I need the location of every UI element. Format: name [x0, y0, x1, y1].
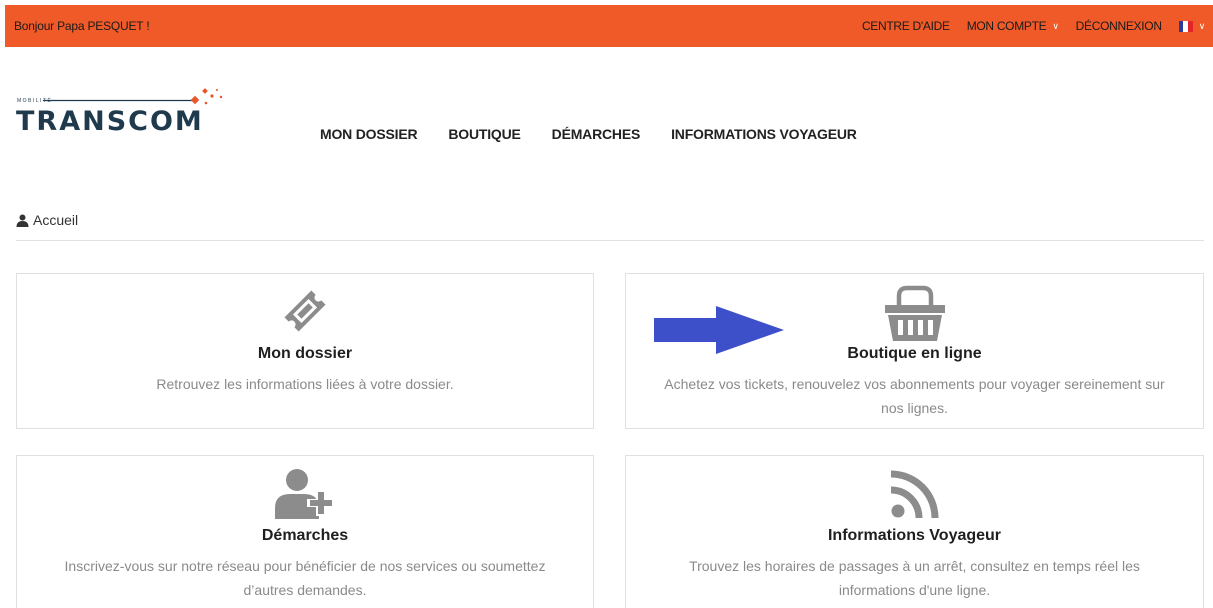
arrow-pointer-icon	[654, 306, 784, 354]
chevron-down-icon: ∨	[1052, 20, 1059, 31]
breadcrumb: Accueil	[16, 212, 78, 228]
nav-item-informations-voyageur[interactable]: INFORMATIONS VOYAGEUR	[671, 126, 857, 142]
transcom-logo[interactable]: MOBILITÉ TRANSCOM	[16, 86, 226, 146]
french-flag-icon	[1178, 20, 1193, 32]
top-bar-links: CENTRE D'AIDE MON COMPTE ∨ DÉCONNEXION ∨	[845, 19, 1205, 33]
chevron-down-icon: ∨	[1198, 20, 1206, 31]
card-demarches[interactable]: Démarches Inscrivez-vous sur notre résea…	[16, 455, 594, 608]
card-description: Achetez vos tickets, renouvelez vos abon…	[664, 376, 1165, 416]
card-title: Mon dossier	[257, 345, 353, 362]
card-mon-dossier[interactable]: Mon dossier Retrouvez les informations l…	[16, 273, 594, 429]
nav-item-demarches[interactable]: DÉMARCHES	[552, 126, 641, 142]
top-bar: Bonjour Papa PESQUET ! CENTRE D'AIDE MON…	[5, 5, 1213, 47]
user-icon	[16, 214, 29, 227]
help-center-link[interactable]: CENTRE D'AIDE	[862, 19, 950, 33]
ticket-icon	[284, 290, 326, 332]
card-title: Démarches	[261, 527, 349, 544]
card-description: Inscrivez-vous sur notre réseau pour bén…	[64, 558, 546, 598]
basket-icon	[884, 285, 945, 341]
card-informations-voyageur[interactable]: Informations Voyageur Trouvez les horair…	[625, 455, 1204, 608]
nav-item-boutique[interactable]: BOUTIQUE	[448, 126, 520, 142]
main-nav: MON DOSSIER BOUTIQUE DÉMARCHES INFORMATI…	[320, 126, 888, 142]
language-selector[interactable]: ∨	[1178, 20, 1206, 32]
greeting-text: Bonjour Papa PESQUET !	[14, 19, 150, 33]
rss-icon	[890, 470, 938, 519]
card-description: Trouvez les horaires de passages à un ar…	[689, 558, 1140, 598]
breadcrumb-divider	[16, 240, 1204, 241]
nav-item-mon-dossier[interactable]: MON DOSSIER	[320, 126, 418, 142]
breadcrumb-home[interactable]: Accueil	[33, 212, 78, 228]
card-title: Informations Voyageur	[827, 527, 1002, 544]
logo-brand: TRANSCOM	[16, 106, 204, 137]
user-plus-icon	[275, 469, 333, 519]
account-menu-label: MON COMPTE	[966, 19, 1047, 33]
logout-link[interactable]: DÉCONNEXION	[1076, 19, 1162, 33]
card-description: Retrouvez les informations liées à votre…	[156, 376, 454, 392]
account-menu[interactable]: MON COMPTE ∨	[967, 19, 1059, 33]
